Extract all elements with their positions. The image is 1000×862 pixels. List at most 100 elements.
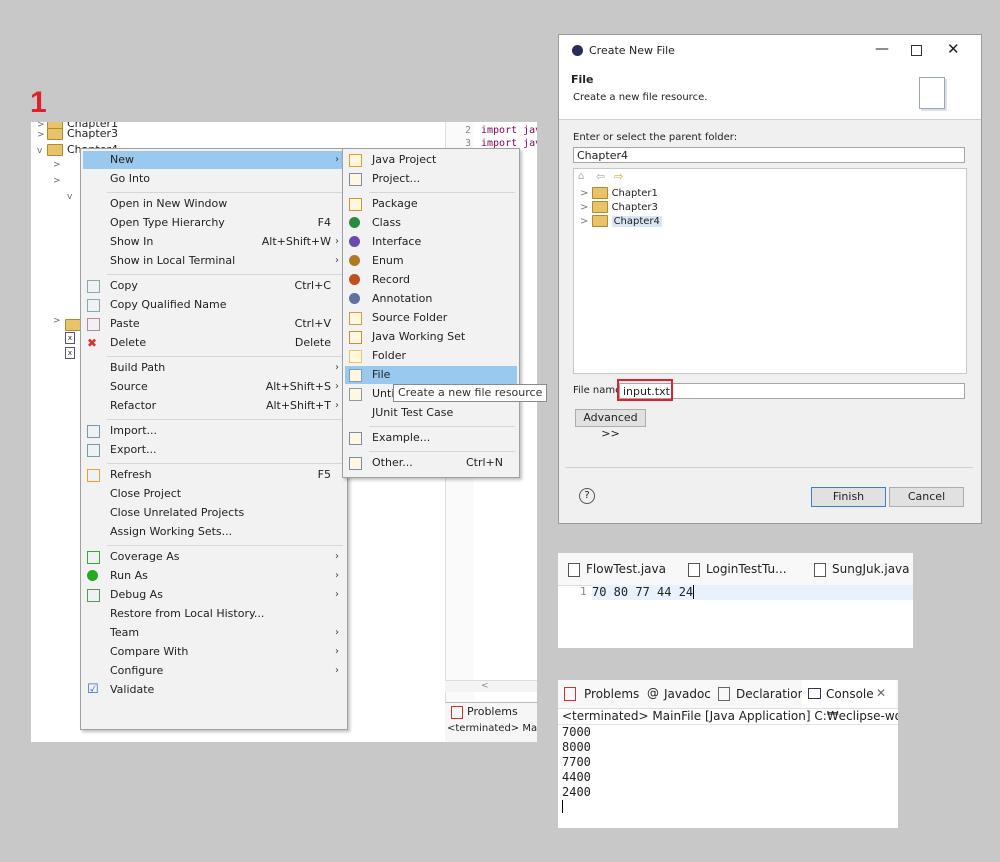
menu-item-coverage-as[interactable]: Coverage As › — [83, 548, 345, 566]
project-icon — [349, 173, 362, 186]
menu-item-label: Validate — [110, 683, 155, 696]
tab-declaration[interactable]: Declaration — [736, 687, 805, 701]
menu-item-configure[interactable]: Configure › — [83, 662, 345, 680]
java-file-icon — [688, 562, 700, 577]
menu-item-label: Interface — [372, 235, 422, 248]
tab-logintest[interactable]: LoginTestTu... — [688, 553, 787, 585]
menu-item-paste[interactable]: Paste Ctrl+V — [83, 315, 345, 333]
tooltip: Create a new file resource — [393, 384, 548, 402]
chevron-right-icon[interactable]: > — [37, 127, 47, 143]
maximize-button[interactable] — [911, 45, 922, 56]
menu-separator — [369, 426, 515, 427]
menu-item-open-in-new-window[interactable]: Open in New Window — [83, 195, 345, 213]
menu-item-source[interactable]: Source Alt+Shift+S › — [83, 378, 345, 396]
menu-item-delete[interactable]: ✖ Delete Delete — [83, 334, 345, 352]
run-icon — [87, 570, 98, 581]
new-menu-item-source-folder[interactable]: Source Folder — [345, 309, 517, 327]
tab-flowtest[interactable]: FlowTest.java — [568, 553, 666, 585]
chevron-right-icon: › — [335, 551, 339, 562]
menu-item-open-type-hierarchy[interactable]: Open Type Hierarchy F4 — [83, 214, 345, 232]
menu-item-close-project[interactable]: Close Project — [83, 485, 345, 503]
menu-item-show-in-local-terminal[interactable]: Show in Local Terminal › — [83, 252, 345, 270]
new-menu-item-java-project[interactable]: Java Project — [345, 151, 517, 169]
new-menu-item-record[interactable]: Record — [345, 271, 517, 289]
menu-item-assign-working-sets[interactable]: Assign Working Sets... — [83, 523, 345, 541]
new-menu-item-interface[interactable]: Interface — [345, 233, 517, 251]
menu-item-show-in[interactable]: Show In Alt+Shift+W › — [83, 233, 345, 251]
chevron-right-icon[interactable]: > — [580, 202, 592, 213]
chevron-right-icon[interactable]: > — [53, 176, 61, 186]
new-menu-item-package[interactable]: Package — [345, 195, 517, 213]
parent-folder-input[interactable]: Chapter4 — [573, 147, 965, 163]
menu-item-label: Annotation — [372, 292, 433, 305]
tab-problems[interactable]: Problems — [467, 705, 518, 718]
new-menu-item-annotation[interactable]: Annotation — [345, 290, 517, 308]
bottom-view: Problems <terminated> Main — [445, 702, 537, 742]
back-arrow-icon[interactable]: ⇦ — [596, 170, 605, 183]
menu-item-close-unrelated-projects[interactable]: Close Unrelated Projects — [83, 504, 345, 522]
menu-item-export[interactable]: Export... — [83, 441, 345, 459]
editor-scrollbar[interactable]: < — [445, 680, 537, 692]
chevron-right-icon[interactable]: > — [580, 216, 592, 227]
new-menu-item-java-working-set[interactable]: Java Working Set — [345, 328, 517, 346]
menu-item-refactor[interactable]: Refactor Alt+Shift+T › — [83, 397, 345, 415]
folder-item-chapter1[interactable]: > Chapter1 — [580, 187, 658, 201]
menu-item-validate[interactable]: ☑ Validate — [83, 681, 345, 699]
tab-javadoc[interactable]: Javadoc — [664, 687, 711, 701]
tree-item-chapter3[interactable]: > Chapter3 — [37, 126, 118, 142]
menu-item-label: Show In — [110, 235, 154, 248]
tab-console-active[interactable]: Console ✕ — [802, 680, 896, 708]
tab-sungjuk[interactable]: SungJuk.java — [814, 553, 910, 585]
menu-separator — [107, 356, 343, 357]
close-button[interactable]: ✕ — [947, 40, 960, 58]
chevron-right-icon[interactable]: > — [580, 188, 592, 199]
chevron-down-icon[interactable]: v — [37, 143, 47, 159]
new-menu-item-example[interactable]: Example... — [345, 429, 517, 447]
menu-item-team[interactable]: Team › — [83, 624, 345, 642]
menu-item-build-path[interactable]: Build Path › — [83, 359, 345, 377]
menu-item-go-into[interactable]: Go Into — [83, 170, 345, 188]
menu-item-copy-qualified-name[interactable]: Copy Qualified Name — [83, 296, 345, 314]
new-menu-item-junit-test-case[interactable]: JUnit Test Case — [345, 404, 517, 422]
copy-icon — [87, 280, 100, 293]
javadoc-icon: @ — [647, 686, 659, 700]
forward-arrow-icon[interactable]: ⇨ — [614, 170, 623, 183]
menu-item-refresh[interactable]: Refresh F5 — [83, 466, 345, 484]
cancel-button[interactable]: Cancel — [889, 487, 964, 507]
menu-item-restore-from-local-history[interactable]: Restore from Local History... — [83, 605, 345, 623]
xml-file-icon[interactable]: x — [65, 347, 75, 359]
new-menu-item-project[interactable]: Project... — [345, 170, 517, 188]
new-file-wizard-icon — [919, 77, 945, 109]
new-menu-item-file[interactable]: File — [345, 366, 517, 384]
validate-check-icon: ☑ — [87, 682, 99, 697]
tab-problems[interactable]: Problems — [584, 687, 639, 701]
project-folder-icon — [47, 128, 63, 140]
folder-item-chapter3[interactable]: > Chapter3 — [580, 201, 658, 215]
menu-item-import[interactable]: Import... — [83, 422, 345, 440]
menu-item-debug-as[interactable]: Debug As › — [83, 586, 345, 604]
close-icon[interactable]: ✕ — [876, 686, 886, 700]
home-icon[interactable]: ⌂ — [578, 171, 584, 182]
new-menu-item-class[interactable]: Class — [345, 214, 517, 232]
advanced-button[interactable]: Advanced >> — [575, 409, 646, 440]
new-menu-item-enum[interactable]: Enum — [345, 252, 517, 270]
editor-text[interactable]: 70 80 77 44 24 — [592, 585, 695, 599]
menu-item-compare-with[interactable]: Compare With › — [83, 643, 345, 661]
untitled-file-icon — [349, 388, 362, 401]
folder-tree[interactable]: ⌂ ⇦ ⇨ > Chapter1 > Chapter3 > Chapter4 — [573, 168, 967, 374]
menu-item-copy[interactable]: Copy Ctrl+C — [83, 277, 345, 295]
menu-item-label: Configure — [110, 664, 164, 677]
chevron-down-icon[interactable]: v — [67, 192, 72, 202]
menu-item-label: Refactor — [110, 399, 157, 412]
menu-item-new[interactable]: New › — [83, 151, 345, 169]
menu-item-run-as[interactable]: Run As › — [83, 567, 345, 585]
finish-button[interactable]: Finish — [811, 487, 886, 507]
help-icon[interactable]: ? — [579, 488, 595, 504]
chevron-right-icon[interactable]: > — [53, 316, 61, 326]
new-menu-item-other[interactable]: Other... Ctrl+N — [345, 454, 517, 472]
chevron-right-icon[interactable]: > — [53, 160, 61, 170]
xml-file-icon[interactable]: x — [65, 332, 75, 344]
new-menu-item-folder[interactable]: Folder — [345, 347, 517, 365]
minimize-button[interactable]: — — [875, 41, 889, 57]
folder-item-chapter4[interactable]: > Chapter4 — [580, 215, 662, 229]
